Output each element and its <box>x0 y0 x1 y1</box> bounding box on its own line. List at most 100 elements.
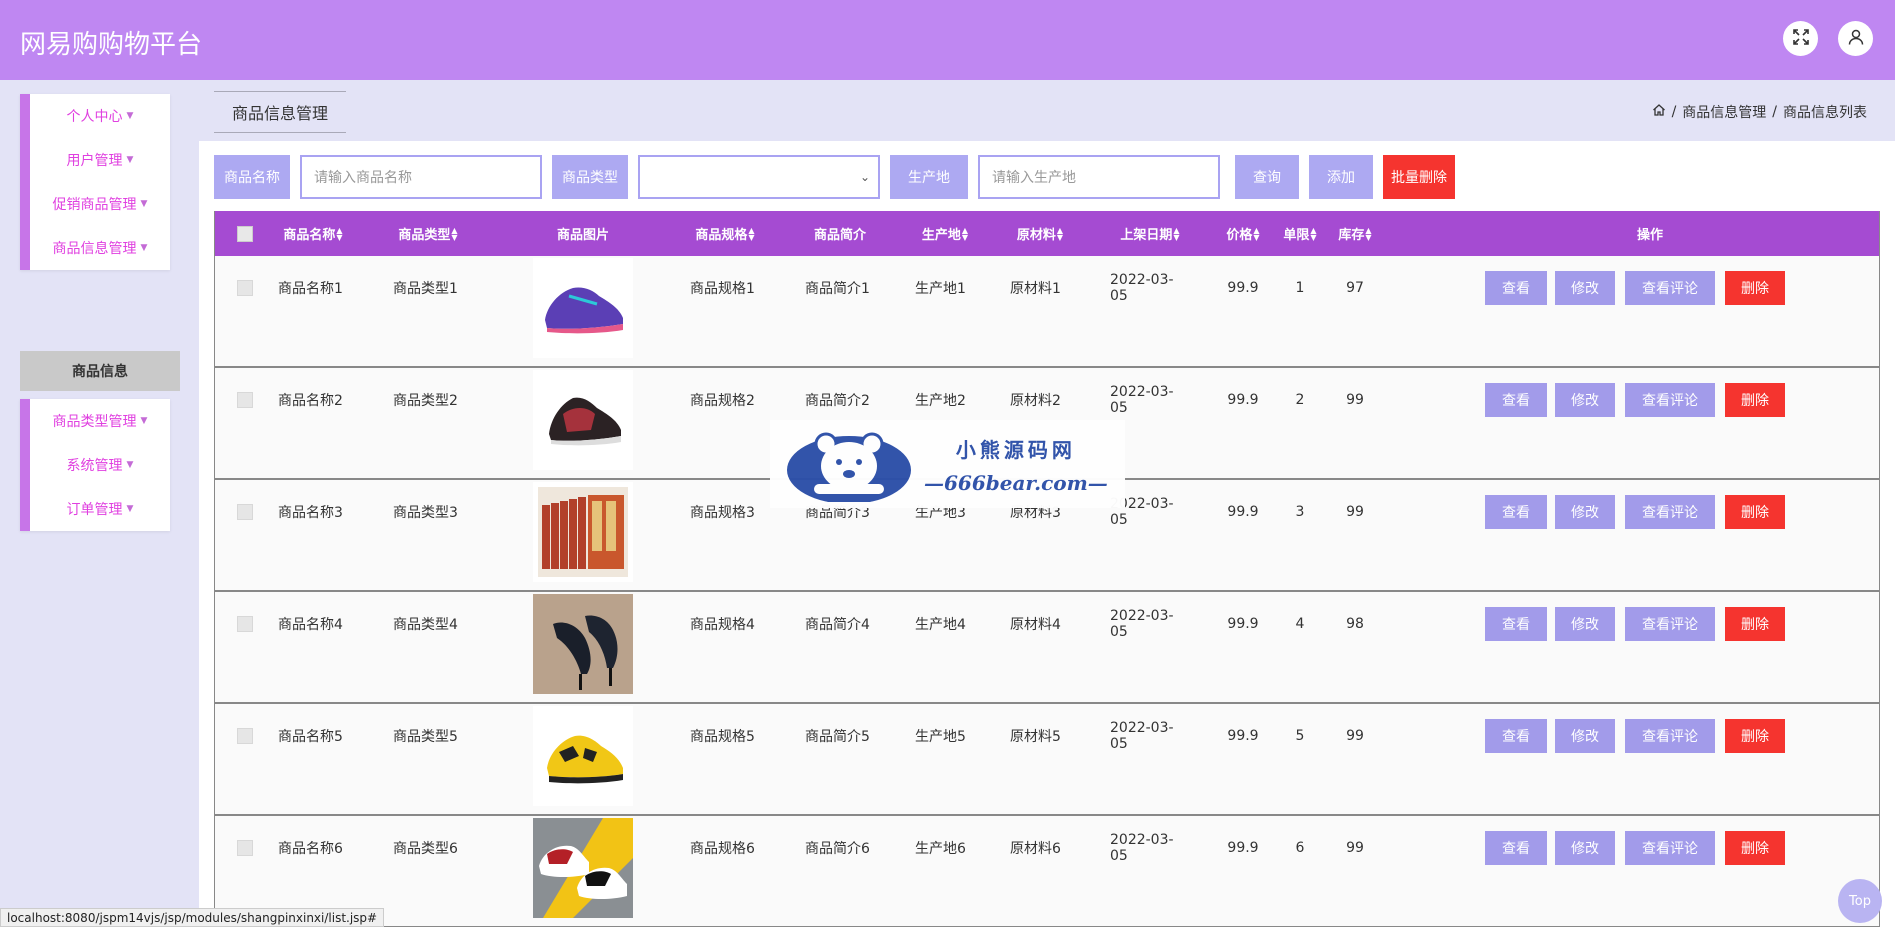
row-checkbox-cell[interactable] <box>235 838 255 858</box>
edit-button[interactable]: 修改 <box>1555 271 1615 305</box>
header-name[interactable]: 商品名称 ▲ ▼ <box>278 211 348 256</box>
sidebar-item-personal-center[interactable]: 个人中心 ▼ <box>30 94 170 138</box>
view-comments-button[interactable]: 查看评论 <box>1625 383 1715 417</box>
view-button[interactable]: 查看 <box>1485 607 1547 641</box>
checkbox[interactable] <box>237 225 253 242</box>
view-comments-button[interactable]: 查看评论 <box>1625 607 1715 641</box>
row-checkbox-cell[interactable] <box>235 278 255 298</box>
view-button[interactable]: 查看 <box>1485 383 1547 417</box>
view-button[interactable]: 查看 <box>1485 495 1547 529</box>
header-label: 操作 <box>1636 228 1663 243</box>
back-to-top-button[interactable]: Top <box>1838 879 1882 923</box>
checkbox[interactable] <box>237 504 253 520</box>
row-checkbox-cell[interactable] <box>235 390 255 410</box>
sort-icon[interactable]: ▲ ▼ <box>451 226 457 241</box>
caret-down-icon: ▼ <box>126 111 134 121</box>
home-icon[interactable] <box>1652 103 1666 121</box>
sidebar-item-user-management[interactable]: 用户管理 ▼ <box>30 138 170 182</box>
add-button[interactable]: 添加 <box>1309 155 1373 199</box>
row-checkbox-cell[interactable] <box>235 614 255 634</box>
product-image[interactable] <box>533 370 633 470</box>
sidebar-item-product-info-management[interactable]: 商品信息管理 ▼ <box>30 226 170 270</box>
sort-icon[interactable]: ▲ ▼ <box>962 226 968 241</box>
header-type[interactable]: 商品类型 ▲ ▼ <box>393 211 463 256</box>
cell-date: 2022-03-05 <box>1110 720 1174 752</box>
select-all-checkbox[interactable] <box>235 211 255 256</box>
product-image[interactable] <box>533 482 633 582</box>
sidebar-item-promo-management[interactable]: 促销商品管理 ▼ <box>30 182 170 226</box>
delete-button[interactable]: 删除 <box>1725 271 1785 305</box>
batch-delete-button[interactable]: 批量删除 <box>1383 155 1455 199</box>
row-checkbox-cell[interactable] <box>235 502 255 522</box>
header-material[interactable]: 原材料 ▲ ▼ <box>1010 211 1070 256</box>
edit-button[interactable]: 修改 <box>1555 495 1615 529</box>
row-checkbox-cell[interactable] <box>235 726 255 746</box>
product-image[interactable] <box>533 258 633 358</box>
view-comments-button[interactable]: 查看评论 <box>1625 495 1715 529</box>
sort-icon[interactable]: ▲ ▼ <box>336 226 342 241</box>
product-image[interactable] <box>533 594 633 694</box>
header-price[interactable]: 价格 ▲ ▼ <box>1223 211 1263 256</box>
view-button[interactable]: 查看 <box>1485 831 1547 865</box>
fullscreen-button[interactable] <box>1783 21 1818 56</box>
user-button[interactable] <box>1838 21 1873 56</box>
sort-icon[interactable]: ▲ ▼ <box>1057 226 1063 241</box>
caret-down-icon: ▼ <box>126 504 134 514</box>
header-spec[interactable]: 商品规格 ▲ ▼ <box>690 211 760 256</box>
caret-down-icon: ▼ <box>140 416 148 426</box>
header-stock[interactable]: 库存 ▲ ▼ <box>1335 211 1375 256</box>
page-tab[interactable]: 商品信息管理 <box>214 91 346 133</box>
edit-button[interactable]: 修改 <box>1555 831 1615 865</box>
view-button[interactable]: 查看 <box>1485 271 1547 305</box>
sort-icon[interactable]: ▲ ▼ <box>748 226 754 241</box>
checkbox[interactable] <box>237 840 253 856</box>
sidebar-item-system-management[interactable]: 系统管理 ▼ <box>30 443 170 487</box>
product-image[interactable] <box>533 818 633 918</box>
view-button[interactable]: 查看 <box>1485 719 1547 753</box>
view-comments-button[interactable]: 查看评论 <box>1625 831 1715 865</box>
edit-button[interactable]: 修改 <box>1555 607 1615 641</box>
cell-date: 2022-03-05 <box>1110 608 1174 640</box>
sidebar-subitem-product-info[interactable]: 商品信息 <box>20 351 180 391</box>
delete-button[interactable]: 删除 <box>1725 607 1785 641</box>
cell-limit: 6 <box>1295 840 1305 856</box>
header-origin[interactable]: 生产地 ▲ ▼ <box>915 211 975 256</box>
cell-name: 商品名称6 <box>278 841 343 857</box>
edit-button[interactable]: 修改 <box>1555 719 1615 753</box>
query-button[interactable]: 查询 <box>1235 155 1299 199</box>
type-select[interactable]: ⌄ <box>638 155 880 199</box>
origin-input[interactable]: 请输入生产地 <box>978 155 1220 199</box>
checkbox[interactable] <box>237 616 253 632</box>
sort-icon[interactable]: ▲ ▼ <box>1365 226 1371 241</box>
view-comments-button[interactable]: 查看评论 <box>1625 271 1715 305</box>
main-card: 商品名称 请输入商品名称 商品类型 ⌄ 生产地 请输入生产地 查询 添加 批量删… <box>199 141 1895 927</box>
checkbox[interactable] <box>237 392 253 408</box>
delete-button[interactable]: 删除 <box>1725 495 1785 529</box>
edit-button[interactable]: 修改 <box>1555 383 1615 417</box>
name-input[interactable]: 请输入商品名称 <box>300 155 542 199</box>
checkbox[interactable] <box>237 728 253 744</box>
delete-button[interactable]: 删除 <box>1725 831 1785 865</box>
sort-icon[interactable]: ▲ ▼ <box>1173 226 1179 241</box>
breadcrumb-level1[interactable]: 商品信息管理 <box>1682 102 1766 122</box>
header-label: 商品类型 <box>398 228 451 243</box>
sort-icon[interactable]: ▲ ▼ <box>1253 226 1259 241</box>
header-limit[interactable]: 单限 ▲ ▼ <box>1280 211 1320 256</box>
table-body: 商品名称1 商品类型1 商品规格1 商品简介1 生产地1 原材料1 2022-03-05 99… <box>215 256 1879 927</box>
sidebar-item-product-type-management[interactable]: 商品类型管理 ▼ <box>30 399 170 443</box>
product-image[interactable] <box>533 706 633 806</box>
checkbox[interactable] <box>237 280 253 296</box>
app-title: 网易购购物平台 <box>20 30 203 60</box>
cell-type: 商品类型4 <box>393 617 458 633</box>
view-comments-button[interactable]: 查看评论 <box>1625 719 1715 753</box>
bear-logo-icon <box>784 422 914 506</box>
table-row: 商品名称4 商品类型4 商品规格4 商品简介4 生产地4 原材料4 2022-03-05 99… <box>215 592 1879 704</box>
delete-button[interactable]: 删除 <box>1725 719 1785 753</box>
cell-stock: 99 <box>1346 504 1364 520</box>
cell-type: 商品类型6 <box>393 841 458 857</box>
sidebar-item-order-management[interactable]: 订单管理 ▼ <box>30 487 170 531</box>
delete-button[interactable]: 删除 <box>1725 383 1785 417</box>
cell-spec: 商品规格1 <box>690 281 755 297</box>
header-date[interactable]: 上架日期 ▲ ▼ <box>1110 211 1190 256</box>
sort-icon[interactable]: ▲ ▼ <box>1310 226 1316 241</box>
